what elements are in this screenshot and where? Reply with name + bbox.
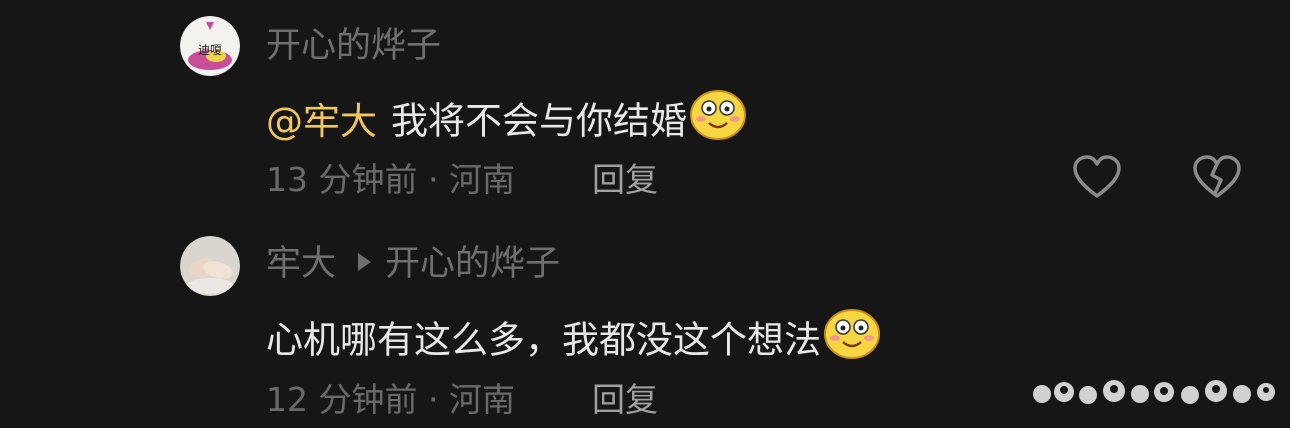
reply-button[interactable]: 回复	[592, 380, 658, 420]
comment-text: 心机哪有这么多，我都没这个想法	[266, 318, 821, 362]
comment-text-row: @牢大 我将不会与你结婚	[266, 90, 747, 154]
reply-button[interactable]: 回复	[592, 160, 658, 200]
reply-header: 牢大 开心的烨子	[266, 244, 560, 284]
reply-arrow-icon	[358, 253, 372, 271]
avatar-text: 迪嗄	[198, 43, 222, 57]
comment-text: 我将不会与你结婚	[391, 99, 687, 143]
heart-outline-icon[interactable]	[1072, 155, 1122, 201]
reply-to-username[interactable]: 开心的烨子	[385, 244, 560, 284]
username[interactable]: 开心的烨子	[266, 26, 441, 66]
smile-emoji-icon	[689, 88, 747, 150]
comment-text-row: 心机哪有这么多，我都没这个想法	[266, 309, 881, 373]
comment-timestamp: 13 分钟前 · 河南	[266, 160, 515, 199]
smile-emoji-icon	[823, 307, 881, 369]
username[interactable]: 牢大	[266, 244, 336, 284]
avatar[interactable]	[180, 236, 240, 296]
comment-timestamp: 12 分钟前 · 河南	[266, 380, 515, 419]
broken-heart-icon[interactable]	[1192, 155, 1242, 201]
avatar[interactable]: 迪嗄	[180, 16, 240, 76]
mention-link[interactable]: @牢大	[266, 100, 377, 143]
watermark-image	[1030, 370, 1282, 416]
